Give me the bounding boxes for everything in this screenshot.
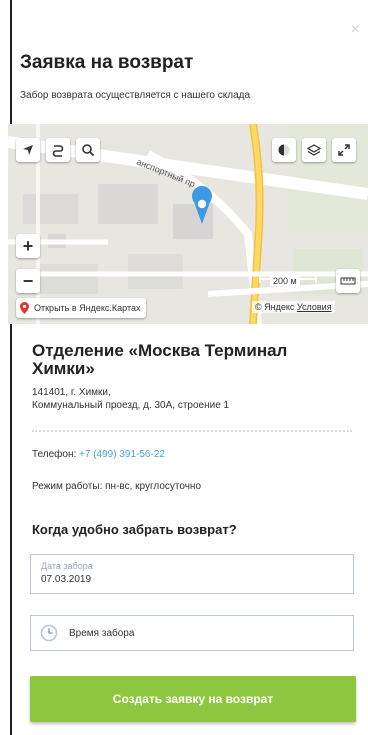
- copyright-text: © Яндекс: [255, 302, 295, 312]
- layers-icon[interactable]: [302, 138, 326, 162]
- pickup-date-label: Дата забора: [41, 561, 93, 571]
- map-widget[interactable]: анспортный пр + −: [8, 124, 368, 324]
- working-hours: Режим работы: пн-вс, круглосуточно: [32, 481, 202, 492]
- traffic-icon[interactable]: [272, 138, 296, 162]
- zoom-out-icon[interactable]: −: [16, 269, 40, 293]
- search-icon[interactable]: [76, 138, 100, 162]
- red-pin-icon: [20, 302, 29, 314]
- dotted-divider: [32, 430, 352, 432]
- ruler-icon[interactable]: [336, 269, 360, 293]
- pickup-question: Когда удобно забрать возврат?: [32, 522, 237, 537]
- open-in-yandex-maps-link[interactable]: Открыть в Яндекс.Картах: [16, 298, 147, 318]
- branch-name: Отделение «Москва Терминал Химки»: [32, 341, 288, 378]
- open-in-yandex-maps-label: Открыть в Яндекс.Картах: [34, 303, 141, 313]
- pickup-time-field[interactable]: Время забора: [30, 615, 354, 651]
- address-line-1: 141401, г. Химки,: [32, 387, 111, 398]
- terms-link[interactable]: Условия: [297, 302, 332, 312]
- phone-link[interactable]: +7 (499) 391-56-22: [79, 449, 165, 460]
- phone-label: Телефон:: [32, 449, 77, 460]
- zoom-in-icon[interactable]: +: [16, 234, 40, 258]
- clock-icon: [40, 624, 58, 642]
- address-line-2: Коммунальный проезд, д. 30А, строение 1: [32, 400, 230, 411]
- create-return-request-button[interactable]: Создать заявку на возврат: [30, 676, 356, 722]
- pickup-date-value[interactable]: 07.03.2019: [41, 574, 91, 585]
- pickup-time-placeholder: Время забора: [69, 628, 135, 639]
- modal-title: Заявка на возврат: [20, 52, 194, 73]
- locate-icon[interactable]: [16, 138, 40, 162]
- close-icon[interactable]: ×: [351, 22, 360, 38]
- route-icon[interactable]: [46, 138, 70, 162]
- modal-subtitle: Забор возврата осуществляется с нашего с…: [20, 90, 251, 101]
- fullscreen-icon[interactable]: [332, 138, 356, 162]
- branch-address: 141401, г. Химки, Коммунальный проезд, д…: [32, 386, 229, 412]
- pickup-date-field[interactable]: Дата забора 07.03.2019: [30, 554, 354, 594]
- branch-phone: Телефон: +7 (499) 391-56-22: [32, 449, 165, 460]
- map-copyright: © Яндекс Условия: [252, 301, 335, 313]
- scale-label: 200 м: [270, 276, 300, 286]
